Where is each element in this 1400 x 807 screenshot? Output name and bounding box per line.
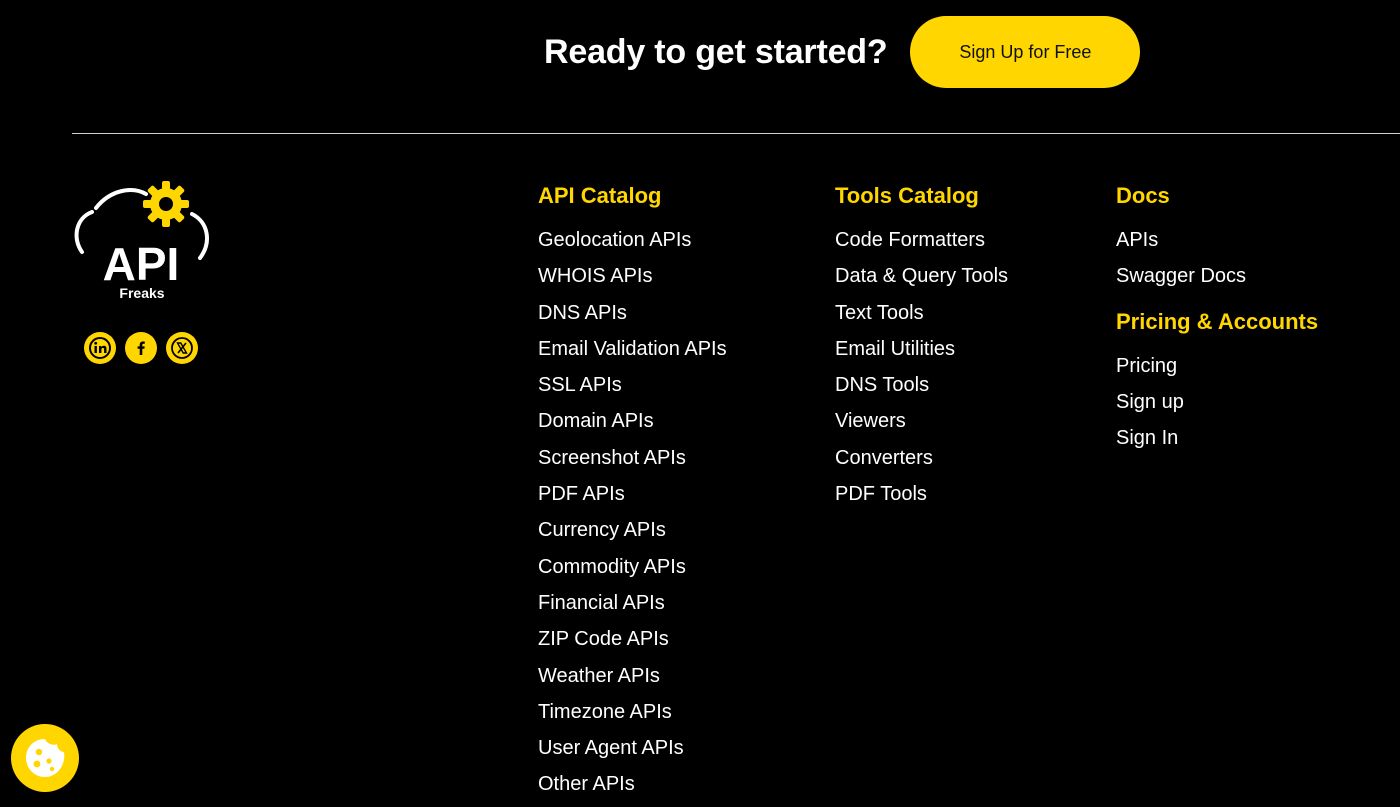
docs-column: Docs APIs Swagger Docs Pricing & Account…: [1116, 182, 1318, 460]
footer-link[interactable]: Weather APIs: [538, 665, 660, 687]
footer-link[interactable]: Email Utilities: [835, 338, 955, 360]
footer-divider: [72, 133, 1400, 134]
footer-link[interactable]: WHOIS APIs: [538, 265, 652, 287]
docs-heading: Docs: [1116, 183, 1170, 208]
linkedin-icon: [89, 337, 111, 359]
cookie-icon: [26, 739, 65, 777]
footer-link[interactable]: PDF APIs: [538, 483, 625, 505]
footer-link[interactable]: Text Tools: [835, 302, 924, 324]
footer-link[interactable]: User Agent APIs: [538, 737, 684, 759]
x-link[interactable]: [166, 332, 198, 364]
footer-link[interactable]: DNS Tools: [835, 374, 929, 396]
footer-link[interactable]: Email Validation APIs: [538, 338, 727, 360]
api-catalog-heading: API Catalog: [538, 183, 662, 208]
tools-catalog-column: Tools Catalog Code Formatters Data & Que…: [835, 182, 1008, 516]
x-icon: [171, 337, 193, 359]
footer-link[interactable]: DNS APIs: [538, 302, 627, 324]
pricing-accounts-heading: Pricing & Accounts: [1116, 308, 1319, 334]
footer-link[interactable]: Viewers: [835, 410, 906, 432]
footer-link[interactable]: Commodity APIs: [538, 556, 686, 578]
tools-catalog-heading: Tools Catalog: [835, 183, 979, 208]
apifreaks-logo[interactable]: API Freaks: [70, 178, 212, 302]
footer-link[interactable]: Sign In: [1116, 427, 1178, 449]
footer-link[interactable]: Screenshot APIs: [538, 447, 686, 469]
linkedin-link[interactable]: [84, 332, 116, 364]
cookie-settings-button[interactable]: [11, 724, 79, 792]
facebook-icon: [137, 341, 145, 355]
footer-link[interactable]: Currency APIs: [538, 519, 666, 541]
api-catalog-column: API Catalog Geolocation APIs WHOIS APIs …: [538, 182, 727, 807]
footer-link[interactable]: Domain APIs: [538, 410, 654, 432]
cta-section: Ready to get started? Sign Up for Free: [544, 16, 1141, 88]
footer-link[interactable]: ZIP Code APIs: [538, 628, 669, 650]
gear-icon: [143, 181, 189, 227]
svg-text:API: API: [103, 238, 180, 290]
footer-link[interactable]: SSL APIs: [538, 374, 622, 396]
footer-link[interactable]: Timezone APIs: [538, 701, 672, 723]
footer-link[interactable]: Converters: [835, 447, 933, 469]
logo-graphic: API Freaks: [74, 181, 209, 301]
footer-link[interactable]: Other APIs: [538, 773, 635, 795]
footer-link[interactable]: Pricing: [1116, 355, 1177, 377]
footer-link[interactable]: Financial APIs: [538, 592, 665, 614]
footer-link[interactable]: Data & Query Tools: [835, 265, 1008, 287]
footer-link[interactable]: Sign up: [1116, 391, 1184, 413]
footer-link[interactable]: Swagger Docs: [1116, 265, 1246, 287]
footer-link[interactable]: Geolocation APIs: [538, 229, 691, 251]
sign-up-free-button[interactable]: Sign Up for Free: [910, 16, 1141, 88]
footer-link[interactable]: Code Formatters: [835, 229, 985, 251]
svg-text:Freaks: Freaks: [119, 285, 164, 301]
social-links: [84, 332, 198, 364]
facebook-link[interactable]: [125, 332, 157, 364]
cta-heading: Ready to get started?: [544, 32, 888, 71]
footer-link[interactable]: APIs: [1116, 229, 1158, 251]
footer-link[interactable]: PDF Tools: [835, 483, 927, 505]
